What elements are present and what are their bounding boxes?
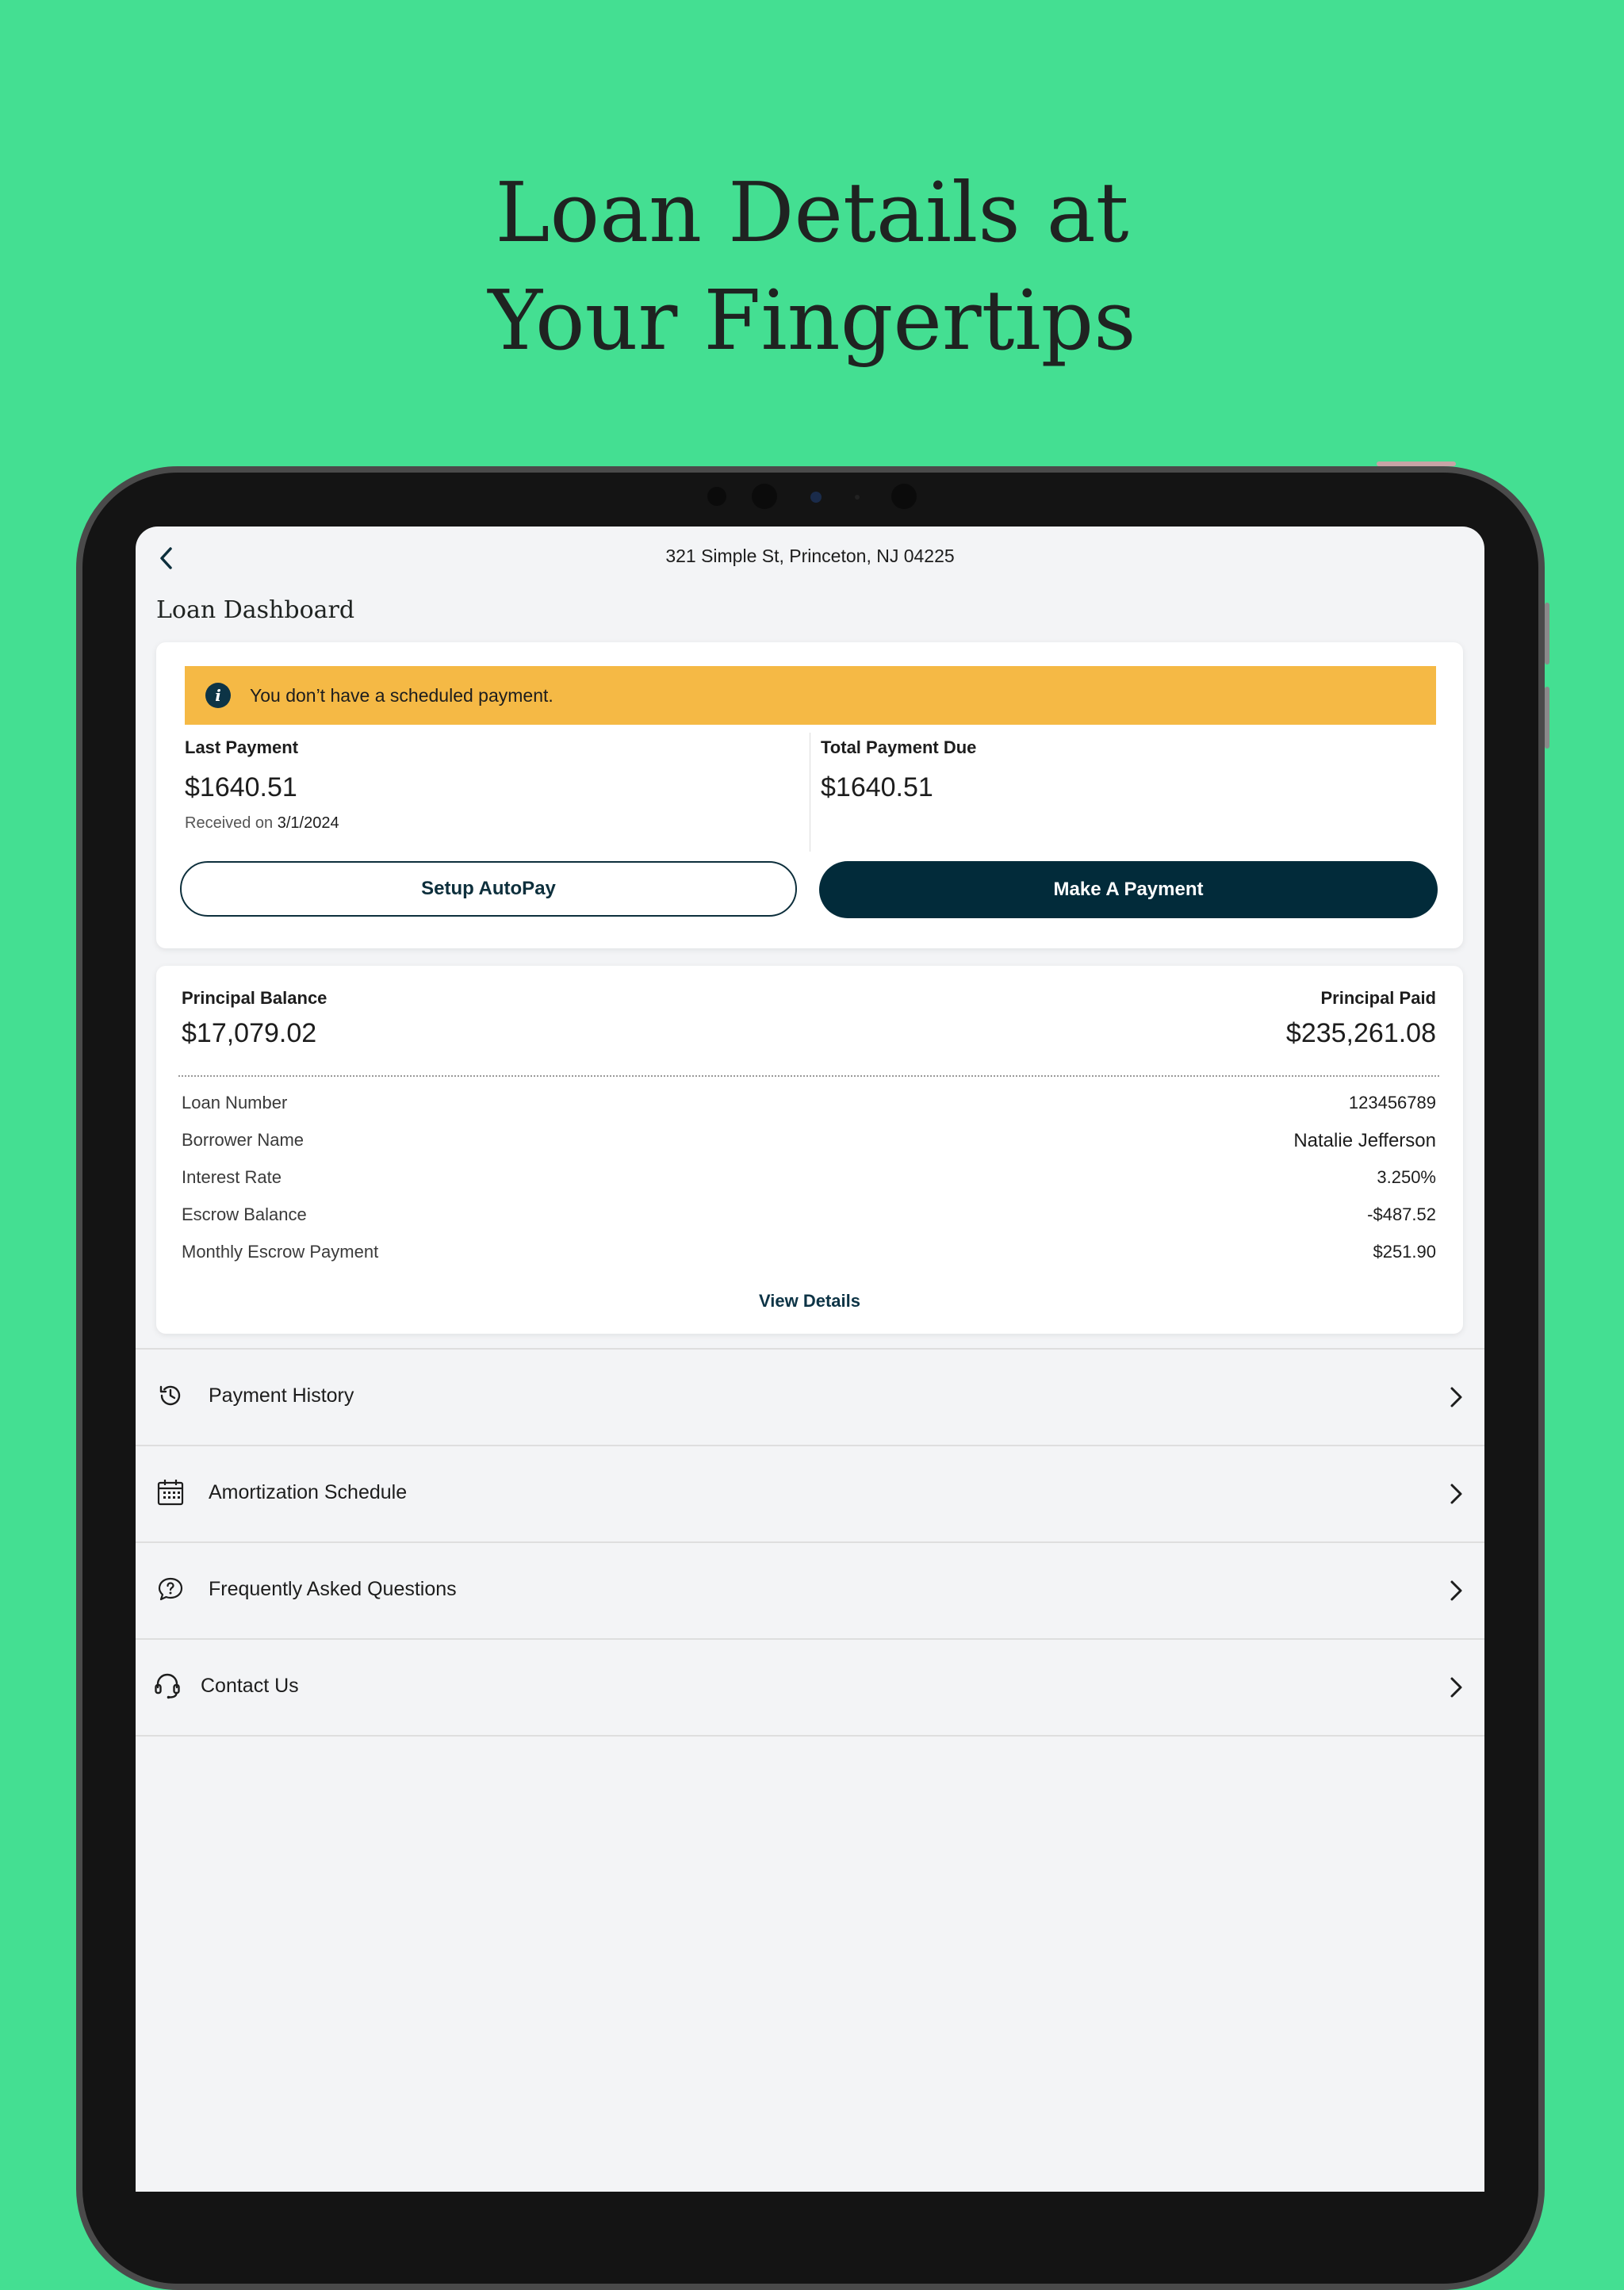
detail-key: Interest Rate (182, 1167, 282, 1187)
menu-contact-us[interactable]: Contact Us (136, 1638, 1484, 1737)
tablet-volume-down (1545, 687, 1549, 749)
menu-label: Contact Us (201, 1675, 299, 1697)
menu-label: Frequently Asked Questions (209, 1578, 457, 1600)
principal-balance-value: $17,079.02 (182, 1018, 317, 1048)
info-icon: i (205, 683, 231, 708)
detail-value: 3.250% (1377, 1167, 1436, 1187)
menu-faq[interactable]: Frequently Asked Questions (136, 1541, 1484, 1638)
loan-summary-card: Principal Balance $17,079.02 Principal P… (156, 966, 1463, 1334)
chevron-right-icon (1450, 1484, 1462, 1504)
property-address: 321 Simple St, Princeton, NJ 04225 (665, 546, 955, 566)
last-payment-section: Last Payment $1640.51 Received on 3/1/20… (185, 737, 339, 833)
payment-card: i You don’t have a scheduled payment. La… (156, 642, 1463, 948)
app-screen: 321 Simple St, Princeton, NJ 04225 Loan … (136, 527, 1484, 2192)
headset-icon (155, 1673, 180, 1699)
make-payment-button[interactable]: Make A Payment (819, 861, 1438, 918)
detail-row-escrow-balance: Escrow Balance -$487.52 (182, 1204, 1436, 1236)
total-due-section: Total Payment Due $1640.51 (821, 737, 976, 803)
detail-key: Monthly Escrow Payment (182, 1242, 379, 1262)
detail-key: Borrower Name (182, 1130, 304, 1150)
calendar-icon (157, 1480, 184, 1506)
menu-payment-history[interactable]: Payment History (136, 1348, 1484, 1445)
chevron-right-icon (1450, 1580, 1462, 1601)
received-prefix: Received on (185, 814, 274, 832)
chevron-right-icon (1450, 1387, 1462, 1407)
detail-row-loan-number: Loan Number 123456789 (182, 1093, 1436, 1124)
detail-row-monthly-escrow: Monthly Escrow Payment $251.90 (182, 1242, 1436, 1273)
detail-value: Natalie Jefferson (1293, 1130, 1436, 1151)
principal-balance-label: Principal Balance (182, 988, 327, 1008)
total-due-label: Total Payment Due (821, 737, 977, 757)
received-info: Received on 3/1/2024 (185, 814, 339, 833)
tablet-volume-up (1545, 603, 1549, 664)
history-icon (159, 1385, 181, 1406)
view-details-link[interactable]: View Details (156, 1291, 1463, 1312)
headline-line-1: Loan Details at (495, 164, 1129, 261)
principal-paid-label: Principal Paid (1320, 988, 1437, 1008)
camera-flash (810, 492, 822, 503)
menu-label: Amortization Schedule (209, 1481, 408, 1503)
detail-value: $251.90 (1373, 1242, 1436, 1262)
page-title: Loan Dashboard (156, 596, 355, 624)
camera-sensor (707, 487, 726, 506)
banner-text: You don’t have a scheduled payment. (250, 684, 553, 706)
question-chat-icon (158, 1577, 183, 1601)
total-due-amount: $1640.51 (821, 772, 933, 802)
menu-label: Payment History (209, 1384, 354, 1407)
detail-key: Escrow Balance (182, 1204, 307, 1224)
received-date: 3/1/2024 (277, 814, 339, 832)
detail-key: Loan Number (182, 1093, 288, 1112)
setup-autopay-button[interactable]: Setup AutoPay (180, 861, 797, 917)
camera-main (891, 484, 917, 509)
menu-amortization-schedule[interactable]: Amortization Schedule (136, 1445, 1484, 1541)
dotted-divider (178, 1075, 1439, 1077)
headline-line-2: Your Fingertips (488, 272, 1136, 369)
detail-value: -$487.52 (1367, 1204, 1436, 1224)
navigation-bar: 321 Simple St, Princeton, NJ 04225 (136, 527, 1484, 587)
camera-dot (855, 495, 860, 500)
camera-lens (752, 484, 777, 509)
last-payment-label: Last Payment (185, 737, 299, 757)
last-payment-amount: $1640.51 (185, 772, 297, 802)
tablet-top-button (1377, 461, 1456, 466)
scheduled-payment-banner: i You don’t have a scheduled payment. (185, 666, 1436, 725)
detail-value: 123456789 (1348, 1093, 1436, 1112)
detail-row-interest-rate: Interest Rate 3.250% (182, 1167, 1436, 1199)
principal-paid-value: $235,261.08 (1285, 1018, 1436, 1048)
chevron-right-icon (1450, 1677, 1462, 1698)
marketing-headline: Loan Details at Your Fingertips (0, 159, 1624, 374)
detail-row-borrower-name: Borrower Name Natalie Jefferson (182, 1130, 1436, 1162)
